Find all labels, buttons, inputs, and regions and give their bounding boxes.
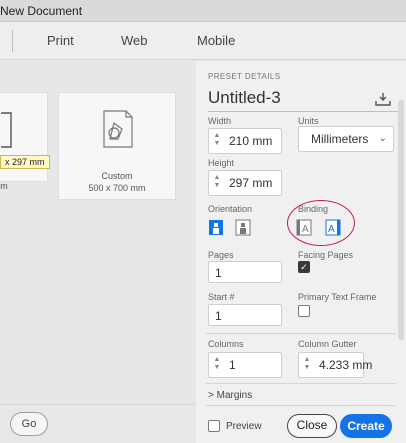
portrait-orientation-icon[interactable]: [208, 219, 224, 236]
width-input[interactable]: ▲ ▼ 210 mm: [208, 128, 282, 154]
close-button[interactable]: Close: [287, 414, 337, 438]
primary-text-frame-label: Primary Text Frame: [298, 292, 377, 302]
preset-card-a4-label: m: [0, 181, 8, 191]
landscape-orientation-icon[interactable]: [235, 219, 251, 236]
custom-label: Custom: [101, 171, 133, 181]
tab-print[interactable]: Print: [47, 33, 74, 48]
width-label: Width: [208, 116, 232, 126]
column-gutter-input[interactable]: ▲ ▼ 4.233 mm: [298, 352, 372, 378]
section-divider: [206, 333, 396, 334]
columns-input[interactable]: ▲ ▼ 1: [208, 352, 282, 378]
go-button[interactable]: Go: [10, 412, 48, 436]
pages-input[interactable]: 1: [208, 261, 282, 283]
section-divider: [206, 383, 396, 384]
preset-details-heading: PRESET DETAILS: [208, 72, 281, 81]
svg-text:A: A: [328, 224, 335, 235]
pages-value: 1: [215, 266, 222, 280]
start-page-input[interactable]: 1: [208, 304, 282, 326]
preset-category-tabs: Print Web Mobile: [0, 22, 406, 60]
custom-size: 500 x 700 mm: [88, 183, 146, 193]
pages-label: Pages: [208, 250, 234, 260]
columns-value: 1: [229, 358, 236, 372]
start-page-label: Start #: [208, 292, 235, 302]
height-label: Height: [208, 158, 235, 168]
gutter-stepper-icon[interactable]: ▲ ▼: [303, 356, 311, 372]
facing-pages-checkbox[interactable]: ✓: [298, 261, 310, 273]
create-button[interactable]: Create: [340, 414, 392, 438]
section-divider: [206, 405, 396, 406]
units-label: Units: [298, 116, 319, 126]
custom-page-icon: [103, 110, 133, 148]
tab-web[interactable]: Web: [121, 33, 148, 48]
preset-card-custom[interactable]: Custom 500 x 700 mm: [58, 92, 176, 200]
start-page-value: 1: [215, 309, 222, 323]
height-input[interactable]: ▲ ▼ 297 mm: [208, 170, 282, 196]
columns-stepper-icon[interactable]: ▲ ▼: [213, 356, 221, 372]
height-value: 297 mm: [229, 176, 273, 190]
preview-checkbox[interactable]: [208, 420, 220, 432]
width-stepper-icon[interactable]: ▲ ▼: [213, 132, 221, 148]
document-name: Untitled-3: [208, 88, 281, 107]
orientation-label: Orientation: [208, 204, 253, 214]
window-title-bar: New Document: [0, 0, 406, 22]
margins-toggle[interactable]: > Margins: [208, 390, 252, 401]
svg-text:A: A: [302, 224, 309, 235]
preview-label: Preview: [226, 421, 262, 432]
margins-label: Margins: [216, 390, 253, 401]
preset-size-tooltip: x 297 mm: [0, 155, 50, 169]
units-value: Millimeters: [311, 132, 369, 146]
chevron-right-icon: >: [208, 390, 217, 401]
tab-divider: [12, 30, 13, 52]
columns-label: Columns: [208, 339, 244, 349]
tab-mobile[interactable]: Mobile: [197, 33, 235, 48]
window-title: New Document: [0, 4, 83, 18]
chevron-down-icon: ⌄: [378, 133, 387, 144]
facing-pages-label: Facing Pages: [298, 250, 354, 260]
save-preset-icon[interactable]: [375, 92, 391, 106]
units-select[interactable]: Millimeters ⌄: [298, 126, 394, 152]
column-gutter-value: 4.233 mm: [319, 358, 373, 372]
panel-scrollbar[interactable]: [398, 100, 404, 340]
width-value: 210 mm: [229, 134, 273, 148]
height-stepper-icon[interactable]: ▲ ▼: [213, 174, 221, 190]
left-to-right-binding-icon[interactable]: A: [296, 219, 312, 236]
column-gutter-label: Column Gutter: [298, 339, 357, 349]
primary-text-frame-checkbox[interactable]: [298, 305, 310, 317]
right-to-left-binding-icon[interactable]: A: [325, 219, 341, 236]
page-icon: [1, 112, 12, 148]
document-name-field[interactable]: Untitled-3: [208, 88, 398, 112]
